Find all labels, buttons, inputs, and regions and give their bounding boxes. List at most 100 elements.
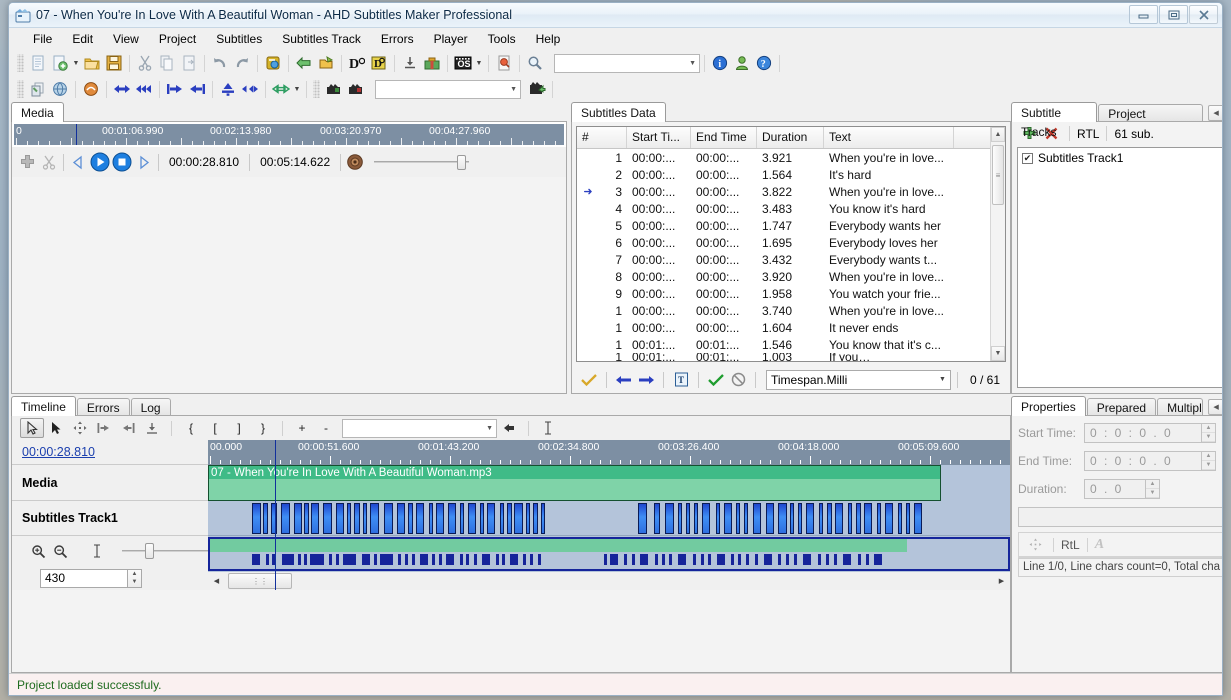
move-tool-icon[interactable] [68,418,92,438]
brace-open-icon[interactable]: { [179,418,203,438]
undo-icon[interactable] [209,52,231,74]
style-combo[interactable]: ▼ [1018,507,1222,527]
timeline-playhead[interactable] [275,465,276,590]
video-marker-icon[interactable] [323,78,345,100]
table-row[interactable]: 400:00:...00:00:...3.483You know it's ha… [577,200,1005,217]
copy-icon[interactable] [156,52,178,74]
timeline-subtitle-block[interactable] [448,503,456,534]
timeline-subtitle-block[interactable] [460,503,464,534]
row-text[interactable]: Everybody wants her [824,219,1005,233]
minimize-button[interactable] [1129,5,1158,24]
zoom-value-input[interactable] [40,569,128,588]
timeline-subtitle-block[interactable] [798,503,802,534]
timeline-subtitle-block[interactable] [323,503,332,534]
timeline-subtitle-block[interactable] [766,503,774,534]
menu-help[interactable]: Help [526,30,571,48]
table-row[interactable]: 500:00:...00:00:...1.747Everybody wants … [577,217,1005,234]
table-row[interactable]: 100:01:...00:01:...1.546You know that it… [577,336,1005,353]
timeline-subtitle-block[interactable] [304,503,309,534]
timespan-mode-combo[interactable]: Timespan.Milli ▼ [766,370,951,390]
toolbox-icon[interactable] [421,52,443,74]
search-icon[interactable] [524,52,546,74]
play-icon[interactable] [89,151,111,173]
timeline-subtitle-block[interactable] [294,503,302,534]
export-icon[interactable] [315,52,337,74]
row-duration[interactable]: 1.564 [757,168,824,182]
row-end-time[interactable]: 00:00:... [691,236,757,250]
row-end-time[interactable]: 00:01:... [691,353,757,361]
timeline-subtitle-block[interactable] [271,503,277,534]
open-folder-icon[interactable] [81,52,103,74]
row-start-time[interactable]: 00:00:... [627,168,691,182]
scroll-up-arrow-icon[interactable]: ▲ [991,127,1005,142]
spin-down-icon[interactable]: ▼ [1202,461,1215,470]
timeline-subtitle-block[interactable] [885,503,893,534]
timeline-current-time[interactable]: 00:00:28.810 [22,445,95,459]
row-text[interactable]: Everybody wants t... [824,253,1005,267]
timeline-subtitle-block[interactable] [638,503,647,534]
user-icon[interactable] [731,52,753,74]
timeline-subtitle-block[interactable] [468,503,476,534]
timeline-text-cursor-icon[interactable] [86,541,108,561]
os-media-icon[interactable]: OS [452,52,474,74]
fast-forward-icon[interactable] [133,78,155,100]
timeline-subtitle-block[interactable] [533,503,538,534]
spin-up-icon[interactable]: ▲ [1202,452,1215,461]
row-duration[interactable]: 3.921 [757,151,824,165]
timeline-subtitle-block[interactable] [541,503,545,534]
duration-spinner[interactable]: ▲▼ [1146,479,1160,499]
row-duration[interactable]: 1.747 [757,219,824,233]
timeline-horizontal-scrollbar[interactable]: ◀ ⋮⋮ ▶ [208,572,1010,590]
toolbar-grip-3[interactable] [313,80,320,98]
next-frame-icon[interactable] [133,151,155,173]
timeline-ruler[interactable]: 00.000 00:00:51.600 00:01:43.200 00:02:3… [208,440,1010,465]
check-green-icon[interactable] [705,369,727,391]
spin-down-icon[interactable]: ▼ [1146,489,1159,498]
spin-down-icon[interactable]: ▼ [1202,433,1215,442]
merge-icon[interactable] [217,78,239,100]
timeline-subtitle-block[interactable] [665,503,674,534]
row-text[interactable]: You know that it's c... [824,338,1005,352]
tab-prepared-text[interactable]: Prepared Text [1087,398,1156,416]
row-end-time[interactable]: 00:00:... [691,287,757,301]
grid-header-end[interactable]: End Time [691,127,757,148]
prev-arrow-icon[interactable] [613,369,635,391]
new-project-icon[interactable] [49,52,71,74]
plus-icon[interactable]: + [290,418,314,438]
row-start-time[interactable]: 00:00:... [627,253,691,267]
prev-frame-icon[interactable] [67,151,89,173]
menu-view[interactable]: View [103,30,149,48]
shift-right-icon[interactable] [186,78,208,100]
tab-project-description[interactable]: Project Description [1098,104,1203,122]
row-duration[interactable]: 3.432 [757,253,824,267]
tab-properties[interactable]: Properties [1011,396,1086,416]
row-duration[interactable]: 3.920 [757,270,824,284]
timeline-subtitle-block[interactable] [336,503,344,534]
row-start-time[interactable]: 00:01:... [627,338,691,352]
scroll-thumb[interactable]: ≡ [992,145,1004,205]
tracks-list[interactable]: ✔ Subtitles Track1 [1017,147,1222,388]
anchor-icon[interactable] [140,418,164,438]
scroll-right-arrow-icon[interactable]: ▶ [993,573,1010,590]
timeline-subtitle-block[interactable] [281,503,290,534]
shift-left-icon[interactable] [164,78,186,100]
timeline-media-clip[interactable]: 07 - When You're In Love With A Beautifu… [208,465,941,501]
find-replace-icon[interactable] [493,52,515,74]
new-document-icon[interactable] [27,52,49,74]
row-duration[interactable]: 1.958 [757,287,824,301]
timeline-canvas[interactable]: 00.000 00:00:51.600 00:01:43.200 00:02:3… [208,440,1010,590]
timeline-subtitle-block[interactable] [856,503,861,534]
end-time-spinner[interactable]: ▲▼ [1202,451,1216,471]
row-start-time[interactable]: 00:00:... [627,304,691,318]
timeline-subtitle-block[interactable] [397,503,405,534]
menu-subtitles[interactable]: Subtitles [206,30,272,48]
timeline-subtitle-block[interactable] [702,503,710,534]
timeline-subtitle-block[interactable] [436,503,444,534]
table-row[interactable]: 600:00:...00:00:...1.695Everybody loves … [577,234,1005,251]
timeline-subtitle-block[interactable] [778,503,787,534]
rtl-toggle[interactable]: RtL [1061,538,1080,552]
track-checkbox[interactable]: ✔ [1022,153,1033,164]
timeline-subtitle-block[interactable] [736,503,740,534]
row-start-time[interactable]: 00:00:... [627,151,691,165]
row-start-time[interactable]: 00:00:... [627,219,691,233]
